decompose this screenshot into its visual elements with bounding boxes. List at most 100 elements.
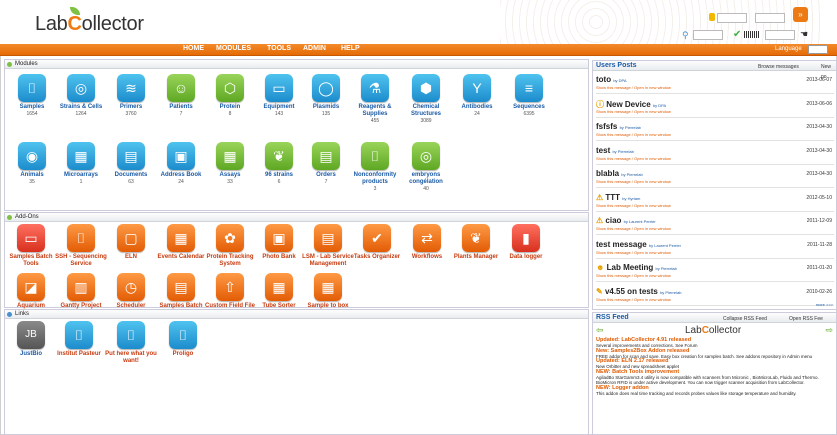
module-tile[interactable]: ⌷ Samples 1654 xyxy=(4,74,60,117)
addon-tile[interactable]: ⌷ SSH - Sequencing Service xyxy=(53,224,109,268)
leaf-icon: ❦ xyxy=(265,142,293,170)
login-field[interactable] xyxy=(717,13,747,23)
addon-tile[interactable]: ◪ Aquarium xyxy=(3,273,59,310)
module-tile[interactable]: ☺ Patients 7 xyxy=(153,74,209,117)
post-date: 2011-12-09 xyxy=(806,218,832,224)
pointer-icon[interactable]: ☚ xyxy=(800,29,808,40)
post-show-link[interactable]: Show this message / Open in new window xyxy=(596,156,671,161)
addon-tile[interactable]: ⇄ Workflows xyxy=(399,224,455,261)
login-button[interactable]: » xyxy=(793,7,808,22)
module-count: 7 xyxy=(324,179,328,185)
post-item[interactable]: ☻ Lab Meeting by Pierrelab 2011-01-20 Show… xyxy=(596,261,834,282)
module-tile[interactable]: ◎ embryons congélation 40 xyxy=(398,142,454,192)
module-label: Chemical Structures xyxy=(410,104,441,117)
post-show-link[interactable]: Show this message / Open in new window xyxy=(596,203,671,208)
post-item[interactable]: ⚠ ciao by Laurent Perrier 2011-12-09 Show … xyxy=(596,214,834,235)
module-tile[interactable]: ⬡ Protein 8 xyxy=(202,74,258,117)
module-tile[interactable]: ▣ Address Book 24 xyxy=(153,142,209,185)
module-tile[interactable]: ≡ Sequences 6395 xyxy=(501,74,557,117)
addon-tile[interactable]: ▦ Tube Sorter xyxy=(251,273,307,310)
nav-help[interactable]: HELP xyxy=(341,45,360,52)
module-tile[interactable]: ◎ Strains & Cells 1264 xyxy=(53,74,109,117)
post-item[interactable]: fsfsfs by Pierrelab 2013-04-30 Show this m… xyxy=(596,120,834,141)
module-label: Plasmids xyxy=(312,104,340,110)
more-posts-link[interactable]: more >>> xyxy=(816,302,833,307)
nav-home[interactable]: HOME xyxy=(183,45,204,52)
barcode-field[interactable] xyxy=(765,30,795,40)
post-item[interactable]: test message by Laurent Perrier 2011-11-2… xyxy=(596,238,834,259)
module-tile[interactable]: ▦ Microarrays 1 xyxy=(53,142,109,185)
dna-icon: ≋ xyxy=(117,74,145,102)
module-tile[interactable]: ▤ Orders 7 xyxy=(298,142,354,185)
post-title[interactable]: fsfsfs by Pierrelab xyxy=(596,122,641,131)
next-arrow-icon[interactable]: ⇨ xyxy=(825,325,833,336)
post-item[interactable]: ✎ v4.55 on tests by Pierrelab 2010-02-26 S… xyxy=(596,285,834,306)
post-title[interactable]: toto by DPA xyxy=(596,75,627,84)
password-field[interactable] xyxy=(755,13,785,23)
post-title[interactable]: ☻ Lab Meeting by Pierrelab xyxy=(596,263,677,272)
module-tile[interactable]: ▦ Assays 33 xyxy=(202,142,258,185)
link-tile[interactable]: ⌷ Put here what you want! xyxy=(103,321,159,365)
prev-arrow-icon[interactable]: ⇦ xyxy=(596,325,604,336)
post-show-link[interactable]: Show this message / Open in new window xyxy=(596,226,671,231)
addon-tile[interactable]: ▢ ELN xyxy=(103,224,159,261)
post-show-link[interactable]: Show this message / Open in new window xyxy=(596,250,671,255)
addon-tile[interactable]: ▦ Events Calendar xyxy=(153,224,209,261)
search-icon[interactable]: ⚲ xyxy=(682,30,689,41)
rss-item[interactable]: NEW: Logger addon This addon does real ti… xyxy=(593,385,836,397)
post-show-link[interactable]: Show this message / Open in new window xyxy=(596,273,671,278)
module-count: 6395 xyxy=(523,111,535,117)
post-show-link[interactable]: Show this message / Open in new window xyxy=(596,85,671,90)
module-tile[interactable]: Y Antibodies 24 xyxy=(449,74,505,117)
post-item[interactable]: ⓘ New Device by DPA 2013-06-06 Show this m… xyxy=(596,97,834,118)
post-item[interactable]: toto by DPA 2013-06-07 Show this message /… xyxy=(596,73,834,94)
module-tile[interactable]: ▤ Documents 63 xyxy=(103,142,159,185)
rss-item[interactable]: Updated: LabCollector 4.91 released Sever… xyxy=(593,337,836,349)
addon-tile[interactable]: ▣ Photo Bank xyxy=(251,224,307,261)
post-date: 2013-06-07 xyxy=(806,77,832,83)
addon-tile[interactable]: ❦ Plants Manager xyxy=(448,224,504,261)
post-show-link[interactable]: Show this message / Open in new window xyxy=(596,179,671,184)
search-input[interactable] xyxy=(693,30,723,40)
module-tile[interactable]: ◉ Animals 35 xyxy=(4,142,60,185)
link-label: Proligo xyxy=(172,351,194,357)
post-title[interactable]: ⚠ TTT by Hyriam xyxy=(596,193,640,202)
post-item[interactable]: ⚠ TTT by Hyriam 2012-05-10 Show this messa… xyxy=(596,191,834,212)
post-title[interactable]: ✎ v4.55 on tests by Pierrelab xyxy=(596,287,681,296)
link-tile[interactable]: ⌷ Proligo xyxy=(155,321,211,358)
language-select[interactable] xyxy=(808,45,828,54)
post-title[interactable]: blabla by Pierrelab xyxy=(596,169,643,178)
post-item[interactable]: test by Pierrelab 2013-04-30 Show this mes… xyxy=(596,144,834,165)
post-show-link[interactable]: Show this message / Open in new window xyxy=(596,297,671,302)
browse-messages-link[interactable]: Browse messages xyxy=(758,62,799,72)
post-title[interactable]: test message by Laurent Perrier xyxy=(596,240,681,249)
post-item[interactable]: blabla by Pierrelab 2013-04-30 Show this m… xyxy=(596,167,834,188)
addon-tile[interactable]: ✔ Tasks Organizer xyxy=(349,224,405,261)
addon-tile[interactable]: ✿ Protein Tracking System xyxy=(202,224,258,268)
module-tile[interactable]: ⬢ Chemical Structures 3089 xyxy=(398,74,454,124)
module-label: Patients xyxy=(169,104,193,110)
header: LabCollector » ⚲ ✔ ☚ xyxy=(0,0,837,44)
post-show-link[interactable]: Show this message / Open in new window xyxy=(596,109,671,114)
nav-modules[interactable]: MODULES xyxy=(216,45,251,52)
check-icon[interactable]: ✔ xyxy=(733,29,741,40)
addon-tile[interactable]: ▦ Sample to box xyxy=(300,273,356,310)
logo[interactable]: LabCollector xyxy=(35,13,144,36)
link-tile[interactable]: ⌷ Institut Pasteur xyxy=(51,321,107,358)
post-icon: ✎ xyxy=(596,286,605,296)
module-tile[interactable]: ≋ Primers 3760 xyxy=(103,74,159,117)
rss-item[interactable]: NEW: Batch Tools improvement AgiladBo Sta… xyxy=(593,369,836,386)
post-author: by DPA xyxy=(613,78,627,83)
post-title[interactable]: test by Pierrelab xyxy=(596,146,634,155)
nav-tools[interactable]: TOOLS xyxy=(267,45,291,52)
module-tile[interactable]: ⌷ Nonconformity products 3 xyxy=(347,142,403,192)
post-show-link[interactable]: Show this message / Open in new window xyxy=(596,132,671,137)
nav-admin[interactable]: ADMIN xyxy=(303,45,326,52)
addon-tile[interactable]: ▮ Data logger xyxy=(498,224,554,261)
addon-tile[interactable]: ▤ LSM - Lab Service Management xyxy=(300,224,356,268)
post-title[interactable]: ⚠ ciao by Laurent Perrier xyxy=(596,216,656,225)
addon-tile[interactable]: ◷ Scheduler xyxy=(103,273,159,310)
module-tile[interactable]: ◯ Plasmids 135 xyxy=(298,74,354,117)
addon-tile[interactable]: ▭ Samples Batch Tools xyxy=(3,224,59,268)
module-tile[interactable]: ⚗ Reagents & Supplies 455 xyxy=(347,74,403,124)
